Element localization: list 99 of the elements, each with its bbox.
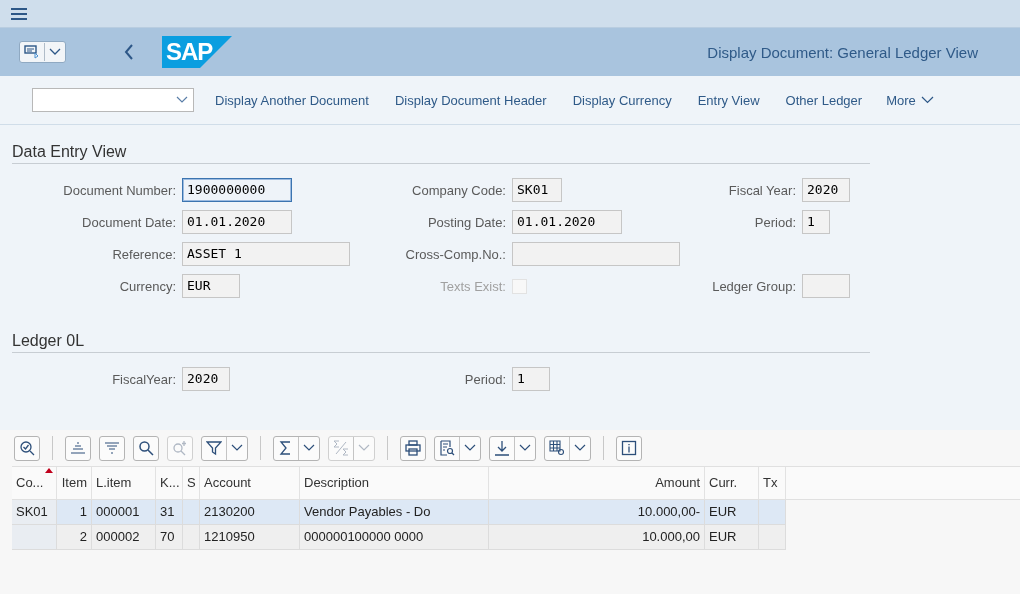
input-field[interactable]: [802, 274, 850, 298]
printer-icon: [405, 440, 421, 456]
menu-icon[interactable]: [11, 7, 27, 20]
caret-icon: [920, 96, 934, 104]
column-header[interactable]: Tx: [759, 467, 786, 499]
field-label: Ledger Group:: [712, 278, 797, 294]
caret-icon: [464, 444, 476, 452]
field-label: FiscalYear:: [111, 371, 177, 387]
column-header[interactable]: L.item: [92, 467, 156, 499]
toolbar-link[interactable]: Display Document Header: [394, 92, 547, 108]
download-icon: [494, 440, 510, 456]
toolbar-link[interactable]: Other Ledger: [785, 92, 863, 108]
column-header[interactable]: Curr.: [705, 467, 759, 499]
input-field[interactable]: 01.01.2020: [512, 210, 622, 234]
sum-button[interactable]: [273, 435, 320, 461]
sort-ascending-icon: [70, 440, 86, 456]
table-cell: 1210950: [200, 525, 300, 549]
command-icon: [24, 44, 40, 60]
table-cell: EUR: [705, 500, 759, 524]
input-field[interactable]: 2020: [802, 178, 850, 202]
input-field[interactable]: 1900000000: [182, 178, 292, 202]
details-button[interactable]: [14, 435, 40, 461]
field-label: Reference:: [111, 246, 177, 262]
field-label: Fiscal Year:: [727, 182, 797, 198]
field-label: Texts Exist:: [439, 278, 507, 294]
table-cell: 10.000,00: [489, 525, 705, 549]
search-plus-icon: [172, 440, 188, 456]
toolbar-link[interactable]: Display Another Document: [215, 92, 369, 108]
input-field[interactable]: EUR: [182, 274, 240, 298]
caret-icon: [176, 96, 188, 104]
column-header[interactable]: Amount: [489, 467, 705, 499]
field-label: Period:: [463, 371, 507, 387]
input-field[interactable]: 01.01.2020: [182, 210, 292, 234]
grid-gear-icon: [549, 440, 565, 456]
export-button[interactable]: [489, 435, 536, 461]
view-button[interactable]: [434, 435, 481, 461]
find-button[interactable]: [133, 435, 159, 461]
print-button[interactable]: [400, 435, 426, 461]
table-cell: SK01: [12, 500, 57, 524]
table-cell: 10.000,00-: [489, 500, 705, 524]
caret-icon: [231, 444, 243, 452]
table-cell: 70: [156, 525, 183, 549]
caret-icon: [574, 444, 586, 452]
table-cell: 1: [57, 500, 92, 524]
column-header[interactable]: Item: [57, 467, 92, 499]
table-cell: Vendor Payables - Do: [300, 500, 489, 524]
more-button[interactable]: More: [886, 92, 934, 108]
table-cell: 31: [156, 500, 183, 524]
table-cell: EUR: [705, 525, 759, 549]
caret-icon: [49, 48, 61, 56]
table-row[interactable]: 2 000002 70 1210950 000000100000 0000 10.000,00 EUR: [12, 525, 786, 550]
input-field[interactable]: SK01: [512, 178, 562, 202]
toolbar-link[interactable]: Display Currency: [572, 92, 672, 108]
input-field[interactable]: [512, 242, 680, 266]
section-title: Ledger 0L: [12, 332, 870, 353]
field-label: Cross-Comp.No.:: [404, 246, 507, 262]
command-field-button[interactable]: [19, 41, 66, 63]
table-cell: 000002: [92, 525, 156, 549]
field-label: Posting Date:: [426, 214, 507, 230]
column-header[interactable]: S: [183, 467, 200, 499]
filter-button[interactable]: [201, 435, 248, 461]
caret-icon: [519, 444, 531, 452]
magnifier-icon: [19, 440, 35, 456]
input-field[interactable]: 2020: [182, 367, 230, 391]
input-field[interactable]: ASSET 1: [182, 242, 350, 266]
field-label: Company Code:: [411, 182, 507, 198]
sort-desc-button[interactable]: [99, 435, 125, 461]
sort-asc-button[interactable]: [65, 435, 91, 461]
back-icon[interactable]: [124, 44, 134, 60]
dropdown-field[interactable]: [32, 88, 194, 112]
caret-icon: [358, 444, 370, 452]
toolbar-link[interactable]: Entry View: [697, 92, 760, 108]
logo: SAP: [162, 36, 232, 68]
table-cell: 000000100000 0000: [300, 525, 489, 549]
input-field[interactable]: 1: [802, 210, 830, 234]
document-search-icon: [439, 440, 455, 456]
column-header[interactable]: K...: [156, 467, 183, 499]
window-title: Display Document: General Ledger View: [707, 43, 978, 61]
section-title: Data Entry View: [12, 143, 870, 164]
info-icon: [621, 440, 637, 456]
table-cell: 2130200: [200, 500, 300, 524]
column-header[interactable]: Account: [200, 467, 300, 499]
column-header[interactable]: Co...: [12, 467, 57, 499]
input-field[interactable]: 1: [512, 367, 550, 391]
field-label: Document Number:: [62, 182, 177, 198]
table-row[interactable]: SK01 1 000001 31 2130200 Vendor Payables - Do 10.000,00- EUR: [12, 500, 786, 525]
sort-descending-icon: [104, 440, 120, 456]
table-cell: 000001: [92, 500, 156, 524]
caret-icon: [303, 444, 315, 452]
field-label: Document Date:: [81, 214, 177, 230]
table-cell: 2: [57, 525, 92, 549]
info-button[interactable]: [616, 435, 642, 461]
fraction-sigma-icon: [333, 440, 349, 456]
search-icon: [138, 440, 154, 456]
column-header[interactable]: Description: [300, 467, 489, 499]
field-label: Period:: [753, 214, 797, 230]
layout-button[interactable]: [544, 435, 591, 461]
filter-icon: [206, 440, 222, 456]
field-label: Currency:: [118, 278, 177, 294]
